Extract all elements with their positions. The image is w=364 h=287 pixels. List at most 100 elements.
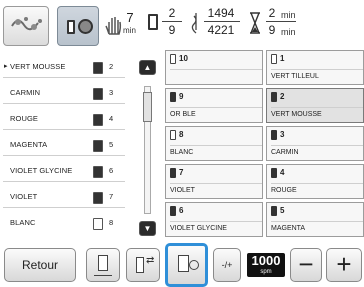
stitch-time-unit: min bbox=[123, 26, 136, 35]
thread-list: ▸ VERT MOUSSE 2 CARMIN 3 ROUGE 4 MAGENTA… bbox=[0, 56, 136, 242]
needle-number: 1 bbox=[280, 54, 285, 63]
thread-number: 5 bbox=[109, 140, 114, 149]
remaining-total: 9 bbox=[268, 23, 276, 37]
list-item[interactable]: VIOLET GLYCINE 6 bbox=[3, 160, 125, 182]
thread-name: VIOLET bbox=[10, 192, 38, 201]
thread-color-change-button[interactable] bbox=[165, 243, 208, 287]
remaining-current: 2 bbox=[268, 6, 276, 20]
sort-arrows-icon: ⇄ bbox=[146, 255, 155, 266]
needle-number: 7 bbox=[179, 168, 184, 177]
thread-number: 7 bbox=[109, 192, 114, 201]
remaining-total-unit: min bbox=[281, 27, 296, 37]
needle-cell-7[interactable]: 7 VIOLET bbox=[165, 164, 263, 199]
spool-icon bbox=[93, 140, 103, 152]
needle-bar-icon bbox=[94, 273, 112, 276]
thread-number: 2 bbox=[109, 62, 114, 71]
back-button[interactable]: Retour bbox=[4, 248, 76, 282]
needle-cell-10[interactable]: 10 bbox=[165, 50, 263, 85]
thread-name: ROUGE bbox=[10, 114, 39, 123]
thread-name: CARMIN bbox=[10, 88, 41, 97]
color-total: 9 bbox=[168, 23, 176, 37]
thread-name: VIOLET GLYCINE bbox=[170, 221, 262, 236]
spool-icon bbox=[93, 218, 103, 230]
thread-name: VERT MOUSSE bbox=[271, 107, 363, 122]
list-item[interactable]: VIOLET 7 bbox=[3, 186, 125, 208]
pattern-preview-button[interactable] bbox=[3, 6, 49, 46]
remaining-fraction-line bbox=[266, 21, 296, 22]
thread-name: ROUGE bbox=[271, 183, 363, 198]
needle-number: 5 bbox=[280, 206, 285, 215]
thread-number: 3 bbox=[109, 88, 114, 97]
thread-number: 8 bbox=[109, 218, 114, 227]
spool-icon bbox=[67, 20, 75, 34]
speed-unit: spm bbox=[260, 269, 272, 275]
thread-name: VERT TILLEUL bbox=[271, 69, 363, 84]
spool-icon bbox=[93, 114, 103, 126]
color-current: 2 bbox=[168, 6, 176, 20]
needle-number: 2 bbox=[280, 92, 285, 101]
embroidery-pattern-icon bbox=[11, 17, 42, 31]
spool-manual-button[interactable] bbox=[86, 248, 120, 282]
thread-sort-button[interactable]: ⇄ bbox=[126, 248, 160, 282]
thread-name: VERT MOUSSE bbox=[10, 62, 66, 71]
minus-label: − bbox=[298, 249, 314, 279]
scroll-down-button[interactable]: ▼ bbox=[139, 221, 156, 236]
list-item[interactable]: ▸ VERT MOUSSE 2 bbox=[3, 56, 125, 78]
thread-number: 4 bbox=[109, 114, 114, 123]
spool-icon bbox=[93, 192, 103, 204]
speed-toggle-button[interactable]: -/+ bbox=[213, 248, 241, 282]
thread-name: VIOLET bbox=[170, 183, 262, 198]
needle-number: 8 bbox=[179, 130, 184, 139]
spool-stack-icon bbox=[136, 257, 144, 273]
speed-decrease-button[interactable]: − bbox=[290, 248, 322, 282]
thread-name: VIOLET GLYCINE bbox=[10, 166, 73, 175]
needle-number: 10 bbox=[179, 54, 188, 63]
list-item[interactable]: MAGENTA 5 bbox=[3, 134, 125, 156]
stitch-total: 4221 bbox=[207, 23, 235, 37]
needle-icon bbox=[189, 12, 203, 34]
thread-name: OR BLE bbox=[170, 107, 262, 122]
thread-name: MAGENTA bbox=[271, 221, 363, 236]
thread-change-icon bbox=[148, 14, 158, 30]
speed-display: 1000 spm bbox=[247, 253, 285, 277]
needle-bar-grid: 10 9 OR BLE 8 BLANC 7 VIOLET 6 VIOLET GL… bbox=[165, 50, 364, 243]
disc-icon bbox=[78, 19, 93, 34]
needle-cell-1[interactable]: 1 VERT TILLEUL bbox=[266, 50, 364, 85]
thread-name: BLANC bbox=[10, 218, 36, 227]
scroll-up-button[interactable]: ▲ bbox=[139, 60, 156, 75]
needle-cell-4[interactable]: 4 ROUGE bbox=[266, 164, 364, 199]
hand-stitch-icon bbox=[104, 14, 124, 36]
color-fraction-line bbox=[162, 21, 182, 22]
stitch-current: 1494 bbox=[207, 6, 235, 20]
list-item[interactable]: ROUGE 4 bbox=[3, 108, 125, 130]
thread-name bbox=[170, 69, 262, 70]
speed-toggle-label: -/+ bbox=[221, 260, 233, 270]
thread-spool-view-button[interactable] bbox=[57, 6, 99, 46]
list-item[interactable]: CARMIN 3 bbox=[3, 82, 125, 104]
plus-label: + bbox=[336, 249, 352, 279]
spool-icon bbox=[93, 166, 103, 178]
stitch-time-value: 7 bbox=[126, 10, 134, 25]
remaining-current-unit: min bbox=[281, 10, 296, 20]
needle-cell-6[interactable]: 6 VIOLET GLYCINE bbox=[165, 202, 263, 237]
needle-cell-9[interactable]: 9 OR BLE bbox=[165, 88, 263, 123]
needle-cell-2[interactable]: 2 VERT MOUSSE bbox=[266, 88, 364, 123]
needle-cell-5[interactable]: 5 MAGENTA bbox=[266, 202, 364, 237]
spool-icon bbox=[93, 62, 103, 74]
speed-value: 1000 bbox=[251, 253, 281, 268]
thread-number: 6 bbox=[109, 166, 114, 175]
list-item[interactable]: BLANC 8 bbox=[3, 212, 125, 234]
needle-number: 6 bbox=[179, 206, 184, 215]
thread-name: MAGENTA bbox=[10, 140, 48, 149]
needle-number: 4 bbox=[280, 168, 285, 177]
current-arrow-icon: ▸ bbox=[4, 63, 8, 70]
needle-cell-3[interactable]: 3 CARMIN bbox=[266, 126, 364, 161]
needle-number: 3 bbox=[280, 130, 285, 139]
spool-icon bbox=[93, 88, 103, 100]
needle-number: 9 bbox=[179, 92, 184, 101]
scroll-thumb[interactable] bbox=[143, 92, 152, 122]
needle-cell-8[interactable]: 8 BLANC bbox=[165, 126, 263, 161]
thread-name: BLANC bbox=[170, 145, 262, 160]
speed-increase-button[interactable]: + bbox=[326, 248, 362, 282]
spool-magnifier-icon bbox=[178, 255, 189, 272]
